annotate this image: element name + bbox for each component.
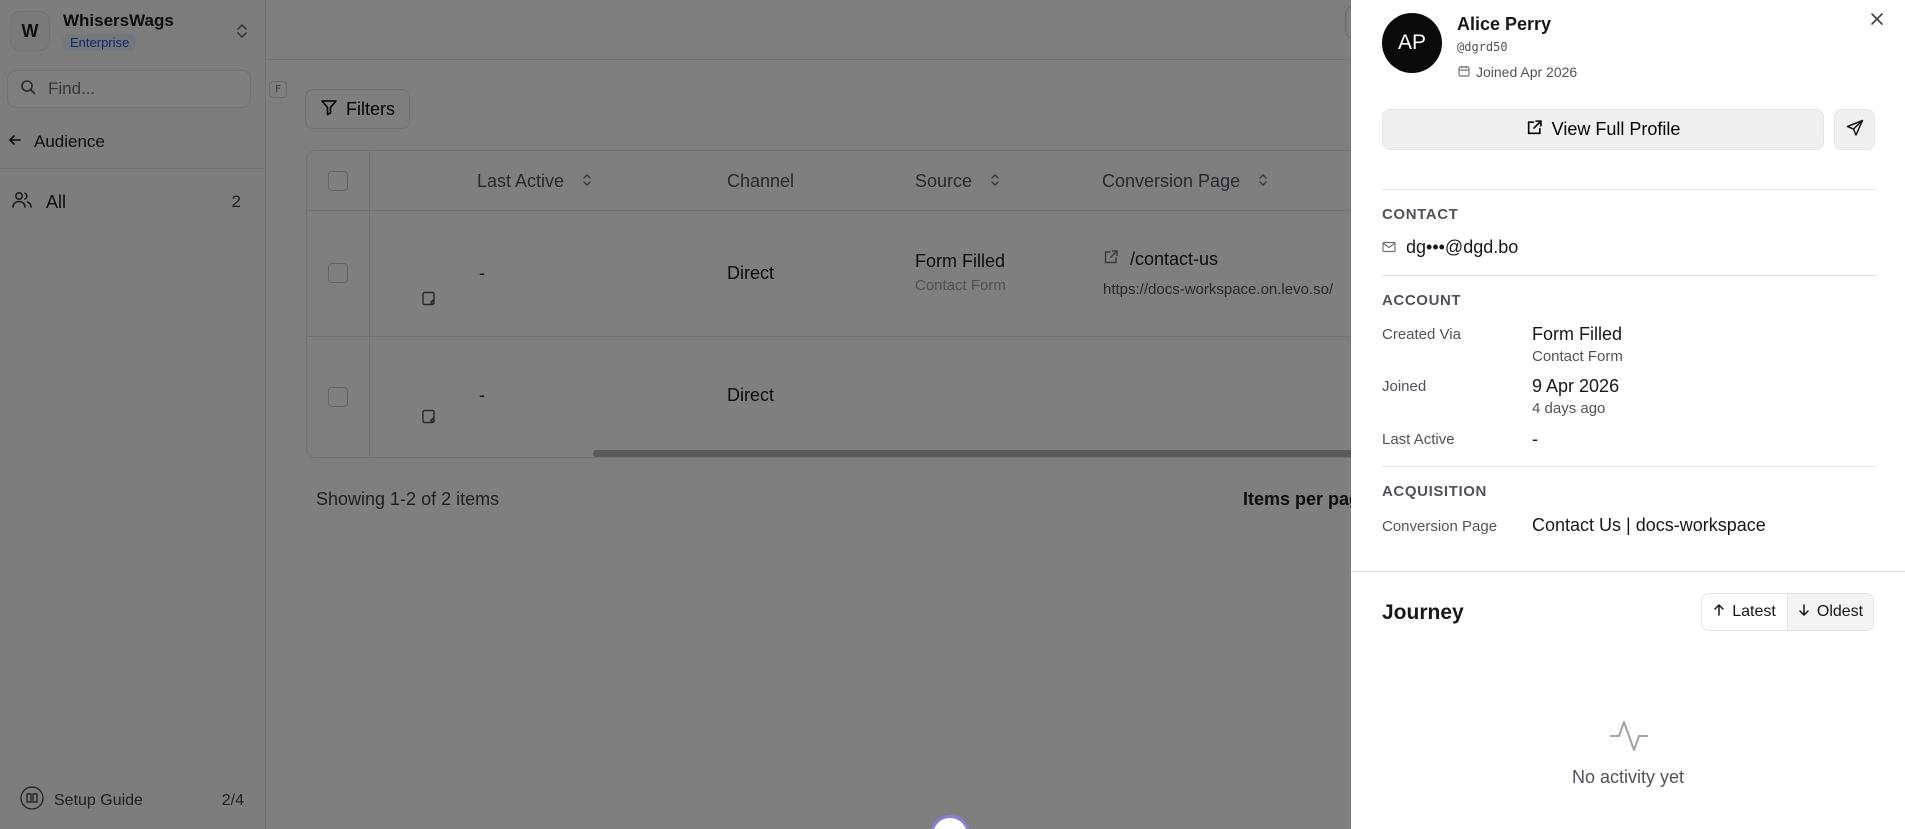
- arrow-down-icon: [1798, 603, 1810, 621]
- calendar-icon: [1458, 64, 1470, 80]
- sort-oldest-label: Oldest: [1816, 603, 1864, 620]
- contact-email-value: dg•••@dgd.bo: [1406, 237, 1519, 257]
- created-via-detail: Contact Form: [1532, 348, 1623, 365]
- arrow-up-icon: [1713, 603, 1725, 621]
- last-active-value: -: [1532, 429, 1538, 449]
- sort-latest-button[interactable]: Latest: [1702, 594, 1788, 630]
- divider: [1351, 571, 1905, 572]
- journey-title: Journey: [1382, 601, 1464, 624]
- created-via-value: Form Filled: [1532, 324, 1623, 344]
- joined-value: 9 Apr 2026: [1532, 376, 1620, 396]
- view-full-profile-label: View Full Profile: [1551, 119, 1681, 139]
- acquisition-section-title: ACQUISITION: [1382, 483, 1487, 500]
- sort-latest-label: Latest: [1732, 603, 1776, 620]
- contact-section-title: CONTACT: [1382, 206, 1459, 223]
- profile-name: Alice Perry: [1457, 14, 1552, 34]
- divider: [1382, 275, 1876, 276]
- close-icon[interactable]: [1866, 8, 1888, 30]
- divider: [1382, 189, 1876, 190]
- conversion-page-value[interactable]: Contact Us | docs-workspace: [1532, 515, 1766, 536]
- send-icon: [1846, 119, 1864, 140]
- profile-drawer: AP Alice Perry @dgrd50 Joined Apr 2026 V…: [1351, 0, 1905, 829]
- joined-label: Joined: [1382, 378, 1427, 395]
- account-section-title: ACCOUNT: [1382, 292, 1462, 309]
- send-message-button[interactable]: [1834, 109, 1875, 150]
- activity-icon: [1609, 716, 1649, 756]
- external-link-icon: [1526, 119, 1543, 141]
- view-full-profile-button[interactable]: View Full Profile: [1382, 109, 1824, 150]
- conversion-page-label: Conversion Page: [1382, 518, 1498, 535]
- journey-sort-toggle: Latest Oldest: [1701, 593, 1874, 631]
- divider: [1382, 466, 1876, 467]
- created-via-label: Created Via: [1382, 326, 1461, 343]
- contact-email: dg•••@dgd.bo: [1382, 237, 1518, 258]
- joined-text: Joined Apr 2026: [1476, 64, 1578, 80]
- last-active-label: Last Active: [1382, 431, 1455, 448]
- joined-relative: 4 days ago: [1532, 400, 1606, 417]
- profile-joined: Joined Apr 2026: [1458, 64, 1577, 80]
- journey-empty-state: No activity yet: [1571, 767, 1685, 787]
- avatar: AP: [1382, 13, 1442, 73]
- sort-oldest-button[interactable]: Oldest: [1788, 594, 1873, 630]
- profile-handle: @dgrd50: [1457, 40, 1508, 54]
- mail-icon: [1382, 237, 1396, 258]
